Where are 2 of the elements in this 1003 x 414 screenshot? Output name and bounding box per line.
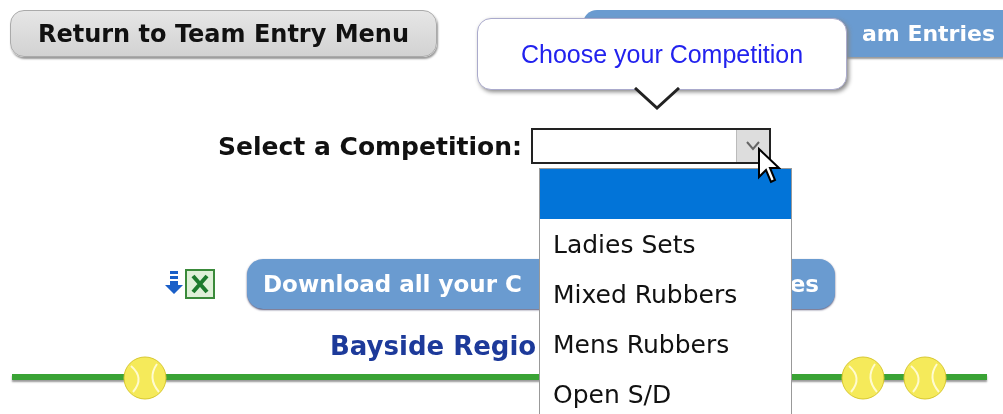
region-heading: Bayside Regio	[330, 331, 537, 361]
select-label: Select a Competition:	[218, 131, 522, 161]
